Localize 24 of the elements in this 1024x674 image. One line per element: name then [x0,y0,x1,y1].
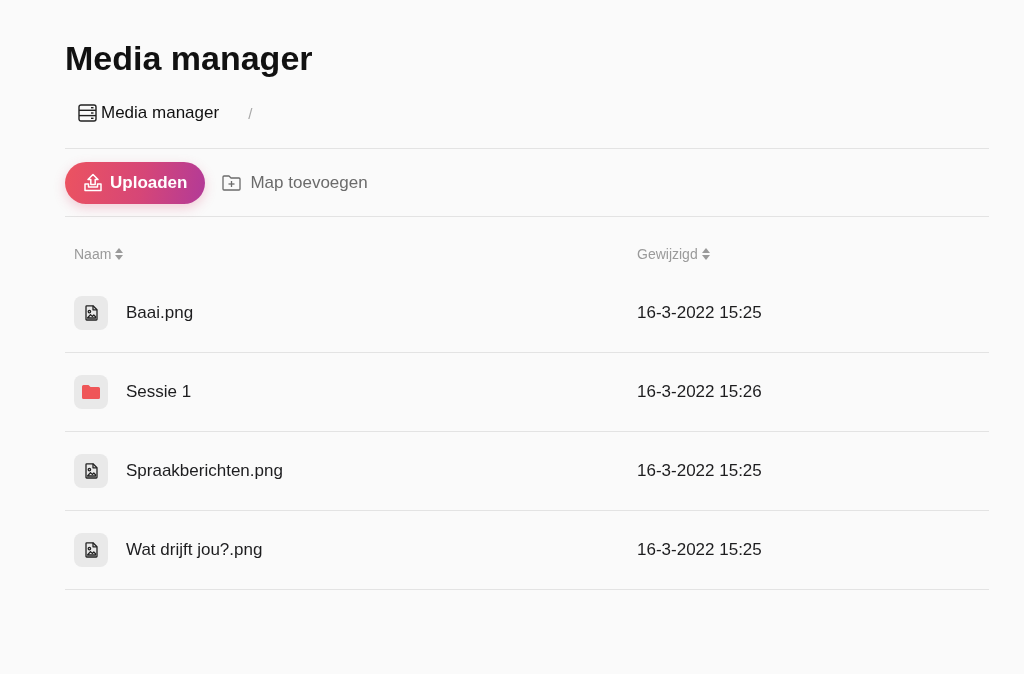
column-header[interactable]: Naam [74,246,124,262]
modified-date: 16-3-2022 15:26 [637,382,762,402]
file-name: Wat drijft jou?.png [126,540,263,560]
modified-date: 16-3-2022 15:25 [637,461,762,481]
breadcrumb-separator: / [248,104,253,122]
page-title: Media manager [65,38,313,78]
new-folder-button[interactable]: Map toevoegen [222,162,368,204]
file-name: Sessie 1 [126,382,192,402]
server-icon [78,104,97,122]
sort-icon [115,248,124,260]
file-name: Baai.png [126,303,194,323]
image-file-icon [74,533,108,567]
image-file-icon [74,296,108,330]
upload-button[interactable]: Uploaden [65,162,206,204]
breadcrumb-link[interactable]: Media manager [78,102,220,124]
image-file-icon [74,454,108,488]
modified-date: 16-3-2022 15:25 [637,303,762,323]
column-header[interactable]: Gewijzigd [637,246,710,262]
upload-icon [83,173,103,193]
sort-icon [701,248,710,260]
folder-icon [74,375,108,409]
modified-date: 16-3-2022 15:25 [637,540,762,560]
folder-plus-icon [222,175,242,191]
file-name: Spraakberichten.png [126,461,283,481]
